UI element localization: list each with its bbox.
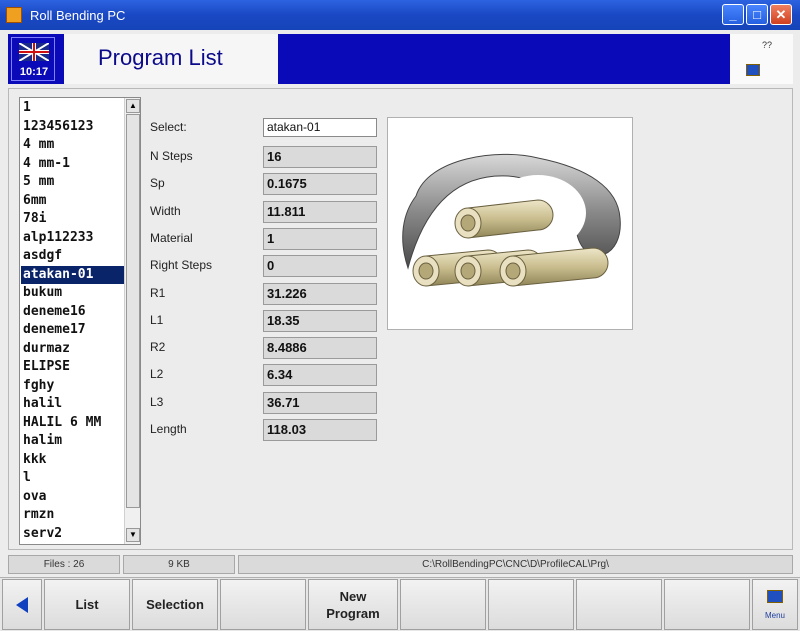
fkey-empty-3[interactable]	[488, 579, 574, 630]
select-input[interactable]: atakan-01	[263, 118, 377, 137]
program-list-item[interactable]: fghy	[21, 377, 124, 396]
fkey-empty-5[interactable]	[664, 579, 750, 630]
field-value: 0.1675	[263, 173, 377, 196]
field-value: 36.71	[263, 391, 377, 414]
program-list-item[interactable]: halil	[21, 395, 124, 414]
new-program-label-1: New	[339, 588, 367, 604]
list-button[interactable]: List	[44, 579, 130, 630]
close-button[interactable]: ✕	[770, 4, 792, 25]
field-value: 8.4886	[263, 337, 377, 360]
selection-button[interactable]: Selection	[132, 579, 218, 630]
back-arrow-icon	[16, 596, 28, 613]
main-panel: 1 123456123 4 mm 4 mm-1 5 mm 6mm 78i alp112233 a…	[8, 88, 793, 550]
program-list-item[interactable]: deneme17	[21, 321, 124, 340]
keyboard-menu-button[interactable]: Menu	[752, 579, 798, 630]
total-size: 9 KB	[123, 555, 235, 574]
three-roll-bender-illustration	[402, 153, 621, 287]
clock: 10:17	[19, 66, 49, 78]
scroll-thumb[interactable]	[126, 114, 140, 508]
list-scrollbar[interactable]: ▲ ▼	[124, 98, 140, 544]
program-list-item[interactable]: 5 mm	[21, 173, 124, 192]
keyboard-icon[interactable]	[746, 64, 760, 76]
keyboard-menu-label: Menu	[764, 610, 785, 620]
title-panel: Program List	[64, 34, 278, 84]
program-list-item[interactable]: 6mm	[21, 192, 124, 211]
field-label: R2	[150, 340, 166, 355]
scroll-down-icon[interactable]: ▼	[126, 528, 140, 542]
function-key-bar: List Selection New Program Menu	[0, 577, 800, 631]
field-label: N Steps	[150, 149, 193, 163]
field-label: Width	[150, 203, 181, 218]
program-list-item[interactable]: halim	[21, 432, 124, 451]
window-titlebar: Roll Bending PC _ □ ✕	[0, 0, 800, 30]
program-list-item[interactable]: HALIL 6 MM	[21, 414, 124, 433]
program-list-item[interactable]: 1	[21, 99, 124, 118]
field-label: R1	[150, 285, 166, 300]
program-list-item[interactable]: rmzn	[21, 506, 124, 525]
fkey-empty-4[interactable]	[576, 579, 662, 630]
back-button[interactable]	[2, 579, 42, 630]
program-list-item[interactable]: 4 mm	[21, 136, 124, 155]
new-program-label-2: Program	[326, 605, 380, 621]
header-mark: ??	[762, 40, 773, 50]
scroll-up-icon[interactable]: ▲	[126, 99, 140, 113]
program-list-item[interactable]: 78i	[21, 210, 124, 229]
program-list: 1 123456123 4 mm 4 mm-1 5 mm 6mm 78i alp112233 a…	[21, 99, 124, 543]
program-listbox[interactable]: 1 123456123 4 mm 4 mm-1 5 mm 6mm 78i alp112233 a…	[19, 97, 141, 545]
field-value: 0	[263, 255, 377, 278]
file-count: Files : 26	[8, 555, 120, 574]
program-list-item[interactable]: ELIPSE	[21, 358, 124, 377]
program-list-item[interactable]: deneme16	[21, 303, 124, 322]
field-label: L1	[150, 312, 164, 327]
field-label: Right Steps	[150, 258, 213, 273]
keyboard-menu-icon: Menu	[762, 589, 788, 620]
program-list-item[interactable]: serv2	[21, 525, 124, 544]
field-value: 18.35	[263, 309, 377, 332]
program-list-item[interactable]: 123456123	[21, 118, 124, 137]
program-list-item[interactable]: durmaz	[21, 340, 124, 359]
page-title: Program List	[98, 45, 223, 70]
fkey-empty-1[interactable]	[220, 579, 306, 630]
field-value: 1	[263, 227, 377, 250]
field-value: 16	[263, 146, 377, 168]
program-list-item[interactable]: 4 mm-1	[21, 155, 124, 174]
field-label: L3	[150, 394, 164, 409]
app-icon	[6, 7, 22, 23]
maximize-button[interactable]: □	[746, 4, 768, 25]
program-list-item[interactable]: atakan-01	[21, 265, 124, 284]
field-label: Sp	[150, 176, 165, 191]
field-value: 118.03	[263, 419, 377, 441]
status-bar: Files : 26 9 KB C:\RollBendingPC\CNC\D\P…	[8, 555, 793, 574]
program-list-item[interactable]: asdgf	[21, 247, 124, 266]
program-path: C:\RollBendingPC\CNC\D\ProfileCAL\Prg\	[238, 555, 793, 574]
new-program-button[interactable]: New Program	[308, 579, 398, 630]
roll-bending-preview-image	[387, 117, 633, 330]
program-list-item[interactable]: bukum	[21, 284, 124, 303]
program-list-item[interactable]: alp112233	[21, 229, 124, 248]
minimize-button[interactable]: _	[722, 4, 744, 25]
program-list-item[interactable]: kkk	[21, 451, 124, 470]
app-header: 10:17 Program List ??	[8, 34, 793, 84]
field-value: 11.811	[263, 200, 377, 223]
field-value: 6.34	[263, 364, 377, 387]
program-list-item[interactable]: ova	[21, 488, 124, 507]
window-title: Roll Bending PC	[30, 8, 126, 23]
uk-flag-icon	[19, 43, 49, 61]
program-list-item[interactable]: l	[21, 469, 124, 488]
field-label: Length	[150, 422, 187, 436]
language-selector[interactable]: 10:17	[11, 37, 55, 81]
field-label: Material	[150, 230, 193, 245]
select-label: Select:	[150, 120, 187, 134]
header-right-panel: ??	[730, 34, 793, 84]
field-value: 31.226	[263, 282, 377, 305]
fkey-empty-2[interactable]	[400, 579, 486, 630]
field-label: L2	[150, 367, 164, 382]
